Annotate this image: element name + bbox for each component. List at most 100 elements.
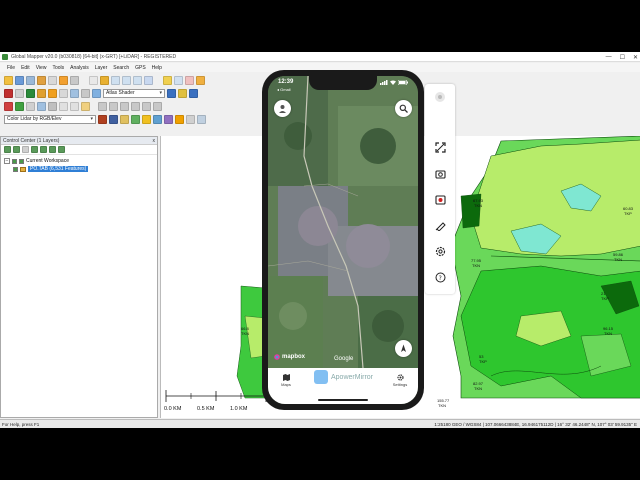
classify-icon[interactable] (4, 101, 13, 111)
locate-fab[interactable] (395, 340, 412, 357)
shader-select[interactable]: Atlas Shader ▾ (103, 88, 165, 98)
grid-icon[interactable] (15, 88, 24, 98)
filter-icon[interactable] (15, 101, 24, 111)
apowermirror-text: ApowerMirror (331, 373, 374, 381)
phone-time: 12:39 (278, 79, 294, 85)
elevation-icon[interactable] (37, 88, 46, 98)
light-icon[interactable] (189, 88, 198, 98)
view-icon[interactable] (70, 88, 79, 98)
menu-search[interactable]: Search (113, 65, 129, 71)
remove-layer-icon[interactable] (58, 146, 65, 153)
info-icon[interactable] (186, 114, 195, 124)
menu-view[interactable]: View (36, 65, 47, 71)
search-fab[interactable] (395, 100, 412, 117)
split-icon[interactable] (142, 101, 151, 111)
snap-icon[interactable] (131, 101, 140, 111)
line-tool-icon[interactable] (48, 101, 57, 111)
color-icon[interactable] (98, 114, 107, 124)
sun-icon[interactable] (178, 88, 187, 98)
select-tool-icon[interactable] (26, 101, 35, 111)
hide-layer-icon[interactable] (13, 146, 20, 153)
move-icon[interactable] (98, 101, 107, 111)
render-icon[interactable] (92, 88, 101, 98)
point-tool-icon[interactable] (59, 101, 68, 111)
nav-settings[interactable]: Settings (388, 374, 412, 387)
warning-icon[interactable] (142, 114, 151, 124)
pointer-icon[interactable] (89, 75, 98, 85)
root-checkbox[interactable] (12, 158, 17, 164)
whiteboard-icon[interactable] (433, 218, 447, 232)
close-button[interactable]: ✕ (633, 54, 638, 61)
zoom-out-icon[interactable] (122, 75, 131, 85)
menu-edit[interactable]: Edit (21, 65, 30, 71)
pan-icon[interactable] (100, 75, 109, 85)
menu-help[interactable]: Help (152, 65, 162, 71)
chevron-down-icon: ▾ (90, 116, 93, 122)
terrain-icon[interactable] (26, 88, 35, 98)
menu-tools[interactable]: Tools (52, 65, 64, 71)
menu-file[interactable]: File (7, 65, 15, 71)
collapse-icon[interactable]: − (4, 158, 10, 164)
digitizer-icon[interactable] (174, 75, 183, 85)
group-icon[interactable] (31, 146, 38, 153)
measure-icon[interactable] (196, 75, 205, 85)
help-icon[interactable]: ? (433, 270, 447, 284)
profile-fab[interactable] (274, 100, 291, 117)
nav-maps[interactable]: Maps (274, 374, 298, 387)
save-icon[interactable] (15, 75, 24, 85)
home-indicator[interactable] (318, 399, 368, 401)
lidar-icon[interactable] (4, 88, 13, 98)
sort-icon[interactable] (40, 146, 47, 153)
maximize-button[interactable]: ☐ (620, 54, 625, 61)
close-icon[interactable]: x (153, 138, 156, 144)
show-layer-icon[interactable] (4, 146, 11, 153)
scale-label: 0.5 KM (197, 406, 215, 412)
record-icon[interactable] (433, 192, 447, 206)
map-label: TKN (241, 331, 249, 336)
overlay-icon[interactable] (59, 75, 68, 85)
mesh-icon[interactable] (109, 114, 118, 124)
menu-layer[interactable]: Layer (95, 65, 108, 71)
screenshot-icon[interactable] (433, 166, 447, 180)
rotate-icon[interactable] (109, 101, 118, 111)
globe-icon[interactable] (167, 88, 176, 98)
brush-icon[interactable] (37, 101, 46, 111)
fullscreen-icon[interactable] (433, 140, 447, 154)
minimize-button[interactable]: — (606, 54, 612, 60)
edit-icon[interactable] (163, 75, 172, 85)
draw-tool-icon[interactable] (81, 101, 90, 111)
zoom-in-icon[interactable] (111, 75, 120, 85)
join-icon[interactable] (153, 101, 162, 111)
color-mode-select[interactable]: Color Lidar by RGB/Elev ▾ (4, 114, 96, 124)
tree-root[interactable]: − Current Workspace (4, 157, 157, 165)
path-icon[interactable] (48, 88, 57, 98)
options-icon[interactable] (22, 146, 29, 153)
vegetation-icon[interactable] (131, 114, 140, 124)
building-icon[interactable] (164, 114, 173, 124)
phone-screen[interactable]: 12:39 ◂ Gmail mapbox Google Maps ApowerM… (268, 76, 418, 404)
settings-icon[interactable] (433, 244, 447, 258)
config-icon[interactable] (70, 75, 79, 85)
metadata-icon[interactable] (49, 146, 56, 153)
layer-icon[interactable] (37, 75, 46, 85)
open-icon[interactable] (4, 75, 13, 85)
water-icon[interactable] (153, 114, 162, 124)
profile-icon[interactable] (59, 88, 68, 98)
back-icon[interactable] (133, 75, 142, 85)
funnel-icon[interactable] (175, 114, 184, 124)
menu-gps[interactable]: GPS (135, 65, 146, 71)
hist-icon[interactable] (81, 88, 90, 98)
contour-icon[interactable] (120, 114, 129, 124)
table-icon[interactable] (197, 114, 206, 124)
scale-icon[interactable] (120, 101, 129, 111)
workspace-icon[interactable] (26, 75, 35, 85)
menu-analysis[interactable]: Analysis (70, 65, 89, 71)
area-tool-icon[interactable] (70, 101, 79, 111)
print-icon[interactable] (48, 75, 57, 85)
layer-checkbox[interactable] (13, 166, 18, 172)
root-visibility-checkbox[interactable] (19, 158, 24, 164)
tree-layer-row[interactable]: PO.TAB (6,531 Features) (4, 165, 157, 173)
back-to-gmail[interactable]: ◂ Gmail (277, 87, 291, 92)
delete-icon[interactable] (185, 75, 194, 85)
full-view-icon[interactable] (144, 75, 153, 85)
